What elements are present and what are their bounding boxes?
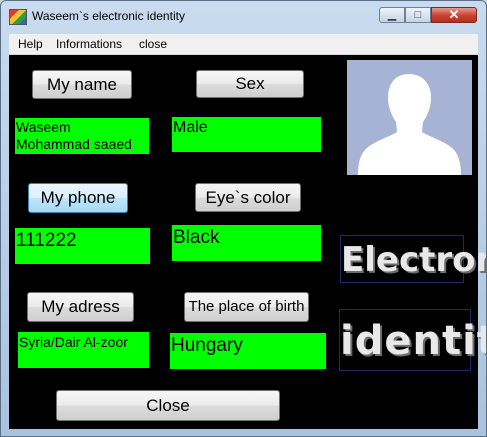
menu-close[interactable]: close bbox=[139, 37, 167, 51]
maximize-button[interactable]: □ bbox=[405, 7, 431, 23]
sex-value: Male bbox=[172, 117, 321, 152]
window-close-button[interactable]: ✕ bbox=[431, 7, 477, 23]
eye-color-button[interactable]: Eye`s color bbox=[195, 183, 301, 212]
banner-electronic: Electronic bbox=[340, 235, 486, 283]
my-phone-button[interactable]: My phone bbox=[28, 183, 128, 213]
menu-bar: Help Informations close bbox=[9, 34, 478, 55]
app-icon bbox=[9, 9, 27, 25]
avatar-placeholder-icon bbox=[358, 74, 461, 175]
menu-informations[interactable]: Informations bbox=[56, 37, 122, 51]
window-title: Waseem`s electronic identity bbox=[32, 9, 185, 23]
title-bar[interactable]: Waseem`s electronic identity ▁ □ ✕ bbox=[1, 1, 486, 31]
eye-color-value: Black bbox=[172, 225, 321, 261]
birth-place-value: Hungary bbox=[170, 333, 326, 369]
form-area: My name Sex Waseem Mohammad saaed Male M… bbox=[9, 55, 486, 429]
profile-photo bbox=[347, 60, 472, 175]
place-of-birth-button[interactable]: The place of birth bbox=[184, 292, 309, 322]
my-name-button[interactable]: My name bbox=[32, 70, 132, 99]
minimize-button[interactable]: ▁ bbox=[379, 7, 405, 23]
phone-value: 111222 bbox=[15, 228, 150, 264]
close-button[interactable]: Close bbox=[56, 390, 280, 421]
app-window: Waseem`s electronic identity ▁ □ ✕ Help … bbox=[0, 0, 487, 437]
address-value: Syria/Dair Al-zoor bbox=[18, 332, 149, 368]
menu-help[interactable]: Help bbox=[18, 37, 43, 51]
banner-identity: identity bbox=[339, 309, 486, 371]
my-address-button[interactable]: My adress bbox=[27, 292, 134, 322]
name-value: Waseem Mohammad saaed bbox=[15, 118, 149, 154]
sex-button[interactable]: Sex bbox=[196, 70, 304, 98]
